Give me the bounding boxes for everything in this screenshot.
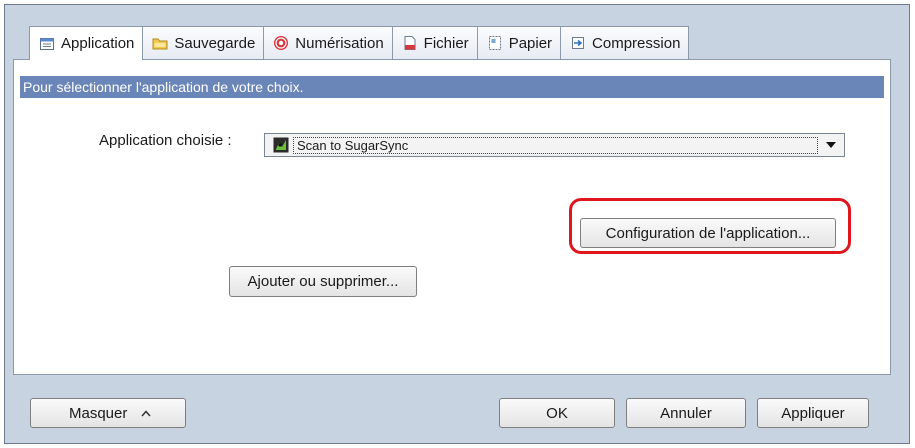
tab-papier[interactable]: Papier xyxy=(476,26,562,59)
add-remove-button[interactable]: Ajouter ou supprimer... xyxy=(229,266,417,297)
application-select[interactable]: Scan to SugarSync xyxy=(264,133,845,157)
section-banner: Pour sélectionner l'application de votre… xyxy=(20,76,884,98)
sugarsync-icon xyxy=(273,137,289,153)
application-select-value: Scan to SugarSync xyxy=(293,136,818,154)
cancel-button[interactable]: Annuler xyxy=(626,398,746,428)
tab-label: Papier xyxy=(508,34,553,52)
tab-compression[interactable]: Compression xyxy=(560,26,690,59)
chevron-up-icon xyxy=(141,409,151,417)
paper-icon xyxy=(487,35,503,51)
application-label: Application choisie : xyxy=(99,132,232,149)
tab-label: Sauvegarde xyxy=(174,34,256,52)
tab-numerisation[interactable]: Numérisation xyxy=(263,26,393,59)
tab-sauvegarde[interactable]: Sauvegarde xyxy=(142,26,265,59)
tab-application[interactable]: Application xyxy=(29,26,144,60)
file-icon xyxy=(402,35,418,51)
application-tab-panel: Pour sélectionner l'application de votre… xyxy=(13,59,891,375)
folder-icon xyxy=(152,35,168,51)
tab-label: Fichier xyxy=(423,34,469,52)
hide-button-label: Masquer xyxy=(69,404,128,422)
tab-bar: Application Sauvegarde Numérisation Fich… xyxy=(29,26,690,60)
tab-label: Compression xyxy=(592,34,681,52)
configuration-button[interactable]: Configuration de l'application... xyxy=(580,218,836,248)
application-icon xyxy=(39,36,55,52)
tab-label: Application xyxy=(61,35,135,52)
apply-button[interactable]: Appliquer xyxy=(757,398,869,428)
scan-icon xyxy=(273,35,289,51)
hide-button[interactable]: Masquer xyxy=(30,398,186,428)
tab-label: Numérisation xyxy=(295,34,384,52)
dropdown-arrow-icon[interactable] xyxy=(818,142,844,148)
tab-fichier[interactable]: Fichier xyxy=(391,26,478,59)
ok-button[interactable]: OK xyxy=(499,398,615,428)
compression-icon xyxy=(570,35,586,51)
